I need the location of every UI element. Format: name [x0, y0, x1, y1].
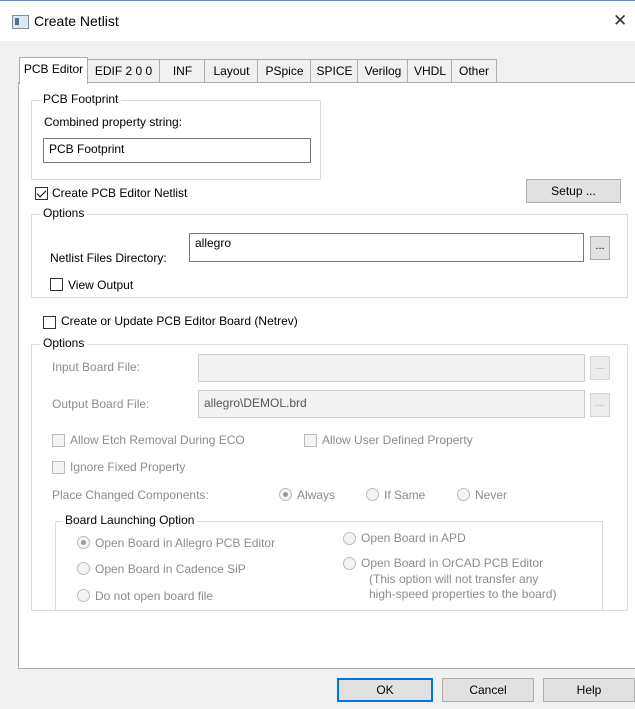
ok-button[interactable]: OK: [337, 678, 433, 702]
netrev-label: Create or Update PCB Editor Board (Netre…: [61, 314, 298, 328]
allow-user-property-label: Allow User Defined Property: [322, 433, 473, 447]
place-if-same-label: If Same: [384, 488, 426, 502]
launch-sip-label: Open Board in Cadence SiP: [95, 562, 246, 576]
create-netlist-checkbox[interactable]: [35, 187, 48, 200]
netrev-checkbox[interactable]: [43, 316, 56, 329]
input-board-label: Input Board File:: [52, 360, 141, 374]
allow-etch-label: Allow Etch Removal During ECO: [70, 433, 245, 447]
place-always-label: Always: [297, 488, 336, 502]
radio-dot: [283, 492, 288, 497]
netlist-dir-input[interactable]: allegro: [189, 233, 584, 262]
tab-verilog[interactable]: Verilog: [357, 59, 409, 82]
title-bar: Create Netlist ✕: [0, 0, 635, 41]
setup-button[interactable]: Setup ...: [526, 179, 621, 203]
place-never-label: Never: [475, 488, 508, 502]
property-string-input[interactable]: PCB Footprint: [43, 138, 311, 163]
launch-group-label: Board Launching Option: [62, 513, 198, 527]
tab-edif[interactable]: EDIF 2 0 0: [86, 59, 161, 82]
launch-none-label: Do not open board file: [95, 589, 214, 603]
radio-dot: [81, 540, 86, 545]
launch-sip-radio[interactable]: [77, 562, 90, 575]
tab-spice[interactable]: SPICE: [310, 59, 359, 82]
window-title: Create Netlist: [34, 13, 119, 29]
output-board-input[interactable]: allegro\DEMOL.brd: [198, 390, 585, 418]
tab-inf[interactable]: INF: [159, 59, 206, 82]
input-board-browse-button[interactable]: ...: [590, 356, 610, 380]
place-never-radio[interactable]: [457, 488, 470, 501]
view-output-checkbox[interactable]: [50, 278, 63, 291]
launch-allegro-label: Open Board in Allegro PCB Editor: [95, 536, 276, 550]
tab-layout[interactable]: Layout: [204, 59, 259, 82]
netlist-options-label: Options: [40, 206, 88, 220]
property-string-label: Combined property string:: [44, 115, 183, 129]
tab-pspice[interactable]: PSpice: [257, 59, 312, 82]
tab-other[interactable]: Other: [451, 59, 497, 82]
launch-orcad-note-line1: (This option will not transfer any: [369, 572, 539, 586]
launch-orcad-note-line2: high-speed properties to the board): [369, 587, 557, 601]
launch-orcad-label: Open Board in OrCAD PCB Editor: [361, 556, 544, 570]
cancel-button[interactable]: Cancel: [442, 678, 534, 702]
place-changed-label: Place Changed Components:: [52, 488, 209, 502]
launch-apd-radio[interactable]: [343, 532, 356, 545]
launch-none-radio[interactable]: [77, 589, 90, 602]
allow-etch-checkbox[interactable]: [52, 434, 65, 447]
place-always-radio[interactable]: [279, 488, 292, 501]
output-board-browse-button[interactable]: ...: [590, 393, 610, 417]
output-board-label: Output Board File:: [52, 397, 150, 411]
launch-allegro-radio[interactable]: [77, 536, 90, 549]
help-button[interactable]: Help: [543, 678, 635, 702]
allow-user-property-checkbox[interactable]: [304, 434, 317, 447]
launch-orcad-radio[interactable]: [343, 557, 356, 570]
board-options-label: Options: [40, 336, 88, 350]
app-icon: [12, 15, 29, 29]
ignore-fixed-label: Ignore Fixed Property: [70, 460, 186, 474]
input-board-input[interactable]: [198, 354, 585, 382]
place-if-same-radio[interactable]: [366, 488, 379, 501]
footprint-group-label: PCB Footprint: [40, 92, 122, 106]
tab-vhdl[interactable]: VHDL: [407, 59, 453, 82]
close-icon[interactable]: ✕: [613, 11, 627, 31]
view-output-label: View Output: [68, 278, 134, 292]
create-netlist-label: Create PCB Editor Netlist: [52, 186, 188, 200]
ignore-fixed-checkbox[interactable]: [52, 461, 65, 474]
netlist-dir-browse-button[interactable]: ...: [590, 236, 610, 260]
launch-apd-label: Open Board in APD: [361, 531, 466, 545]
netlist-dir-label: Netlist Files Directory:: [50, 251, 167, 265]
checkmark-icon: [36, 187, 47, 198]
tab-panel: PCB Footprint Combined property string: …: [18, 82, 635, 669]
tab-pcb-editor[interactable]: PCB Editor: [19, 57, 88, 84]
